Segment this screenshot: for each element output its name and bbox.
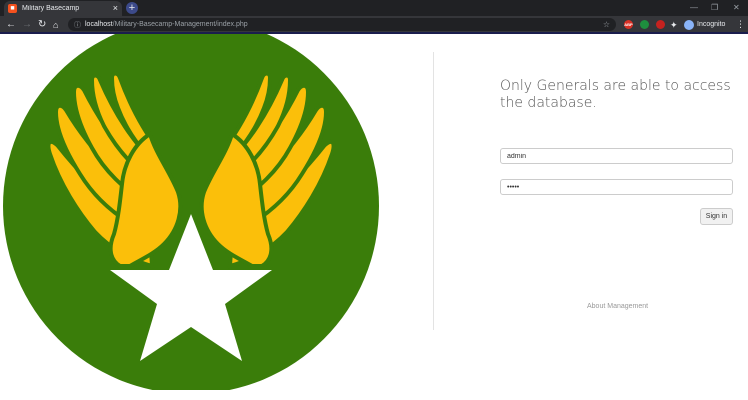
tab-close-icon[interactable]: × bbox=[113, 4, 118, 13]
login-heading: Only Generals are able to access the dat… bbox=[500, 78, 731, 111]
incognito-indicator[interactable]: Incognito bbox=[684, 19, 725, 30]
reload-icon[interactable]: ↻ bbox=[38, 18, 46, 32]
home-icon[interactable]: ⌂ bbox=[53, 18, 58, 32]
password-input[interactable] bbox=[500, 179, 733, 195]
window-close-icon[interactable]: ✕ bbox=[733, 2, 740, 14]
back-icon[interactable]: ← bbox=[6, 18, 16, 32]
address-bar[interactable]: ⓘ localhost/Military-Basecamp-Management… bbox=[68, 18, 616, 31]
adblock-extension-icon[interactable]: ABP bbox=[624, 20, 633, 29]
maximize-icon[interactable]: ❐ bbox=[711, 2, 718, 14]
forward-icon[interactable]: → bbox=[22, 18, 32, 32]
url-host: localhost bbox=[85, 21, 113, 28]
url-path: /Military-Basecamp-Management/index.php bbox=[112, 21, 248, 28]
site-info-icon[interactable]: ⓘ bbox=[74, 20, 81, 30]
new-tab-button[interactable]: + bbox=[126, 2, 138, 14]
minimize-icon[interactable]: — bbox=[690, 2, 698, 14]
tab-title: Military Basecamp bbox=[22, 5, 80, 12]
browser-menu-icon[interactable]: ⋮ bbox=[736, 19, 745, 30]
military-emblem-logo bbox=[3, 34, 379, 390]
browser-toolbar: ← → ↻ ⌂ ⓘ localhost/Military-Basecamp-Ma… bbox=[0, 16, 748, 34]
extension-red-icon[interactable] bbox=[656, 20, 665, 29]
emblem-circle bbox=[3, 34, 379, 390]
tab-strip: ■ Military Basecamp × + — ❐ ✕ bbox=[0, 0, 748, 16]
incognito-label: Incognito bbox=[697, 21, 726, 28]
about-management-link[interactable]: About Management bbox=[587, 303, 648, 310]
incognito-avatar-icon bbox=[684, 19, 694, 30]
username-input[interactable] bbox=[500, 148, 733, 164]
bookmark-star-icon[interactable]: ☆ bbox=[603, 20, 610, 29]
site-favicon-icon: ■ bbox=[8, 4, 17, 13]
url-text: localhost/Military-Basecamp-Management/i… bbox=[85, 21, 248, 28]
vertical-divider bbox=[433, 52, 434, 330]
browser-tab[interactable]: ■ Military Basecamp × bbox=[4, 1, 122, 16]
extension-green-icon[interactable] bbox=[640, 20, 649, 29]
sign-in-button[interactable]: Sign in bbox=[700, 208, 733, 225]
extensions-puzzle-icon[interactable]: ✦ bbox=[670, 18, 678, 32]
